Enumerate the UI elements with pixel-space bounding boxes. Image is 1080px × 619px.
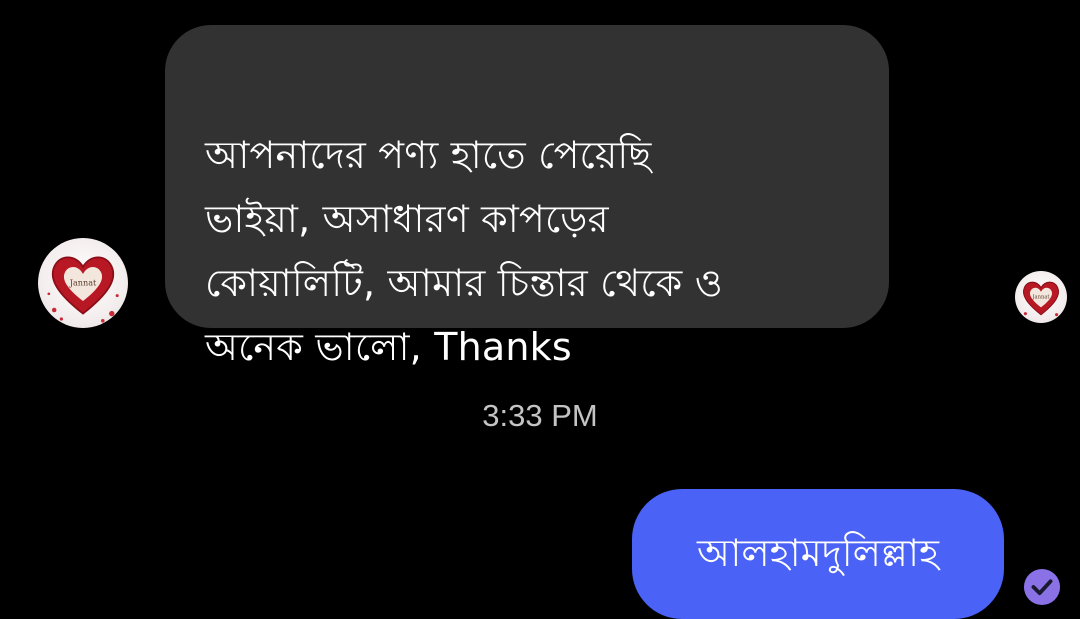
incoming-message-text: আপনাদের পণ্য হাতে পেয়েছি ভাইয়া, অসাধার…: [205, 133, 723, 369]
sender-avatar[interactable]: Jannat: [38, 238, 128, 328]
seen-by-avatar: Jannat: [1015, 271, 1067, 323]
check-circle-icon: [1023, 568, 1061, 606]
svg-text:Jannat: Jannat: [1031, 295, 1050, 301]
heart-avatar-icon: Jannat: [1023, 281, 1059, 317]
message-timestamp: 3:33 PM: [482, 398, 598, 433]
outgoing-message-bubble[interactable]: আলহামদুলিল্লাহ: [632, 489, 1004, 619]
heart-avatar-icon: Jannat: [47, 256, 119, 323]
outgoing-message-text: আলহামদুলিল্লাহ: [697, 531, 939, 575]
svg-text:Jannat: Jannat: [69, 278, 97, 288]
incoming-message-bubble[interactable]: আপনাদের পণ্য হাতে পেয়েছি ভাইয়া, অসাধার…: [165, 25, 889, 369]
